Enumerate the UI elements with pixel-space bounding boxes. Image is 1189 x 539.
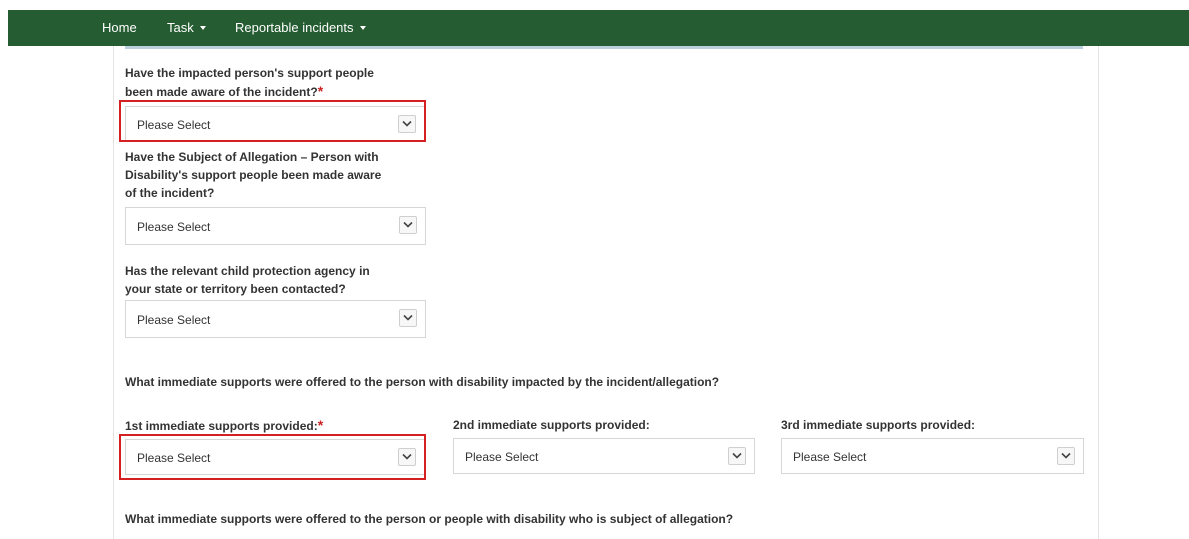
caret-down-icon [199,25,206,30]
nav-task-label: Task [167,20,194,35]
second-supports-select-value: Please Select [465,450,539,464]
q2-label-line1: Have the Subject of Allegation – Person … [125,150,379,164]
immediate-supports-heading: What immediate supports were offered to … [125,375,720,389]
q3-select[interactable]: Please Select [125,300,426,338]
second-supports-select[interactable]: Please Select [453,438,755,474]
nav-home-link[interactable]: Home [102,20,137,35]
q1-select-value: Please Select [137,118,211,132]
q3-label: Has the relevant child protection agency… [125,262,370,298]
q1-label: Have the impacted person's support peopl… [125,64,374,101]
q3-label-line1: Has the relevant child protection agency… [125,264,370,278]
first-supports-select[interactable]: Please Select [125,439,425,475]
chevron-down-icon[interactable] [1057,447,1075,465]
third-supports-select[interactable]: Please Select [781,438,1084,474]
q1-label-line2: been made aware of the incident?* [125,82,374,101]
required-asterisk: * [317,83,324,99]
q2-label-line3: of the incident? [125,186,215,200]
q2-select[interactable]: Please Select [125,207,426,245]
q2-select-value: Please Select [137,220,211,234]
first-supports-label-text: 1st immediate supports provided: [125,419,318,433]
required-asterisk: * [317,417,324,433]
third-supports-label: 3rd immediate supports provided: [781,418,976,432]
first-supports-label: 1st immediate supports provided:* [125,416,323,435]
q3-select-value: Please Select [137,313,211,327]
caret-down-icon [359,25,366,30]
chevron-down-icon[interactable] [398,448,416,466]
third-supports-select-value: Please Select [793,450,867,464]
chevron-down-icon[interactable] [398,115,416,133]
chevron-down-icon[interactable] [728,447,746,465]
panel-top-border [125,46,1083,49]
nav-reportable-label: Reportable incidents [235,20,354,35]
q2-label: Have the Subject of Allegation – Person … [125,148,381,202]
q3-label-line2: your state or territory been contacted? [125,282,346,296]
q1-label-text: been made aware of the incident? [125,85,318,99]
chevron-down-icon[interactable] [399,309,417,327]
q2-label-line2: Disability's support people been made aw… [125,168,382,182]
nav-reportable-incidents-menu[interactable]: Reportable incidents [235,20,366,35]
second-supports-label: 2nd immediate supports provided: [453,418,650,432]
top-navbar: Home Task Reportable incidents [8,10,1189,46]
q1-label-line1: Have the impacted person's support peopl… [125,66,374,80]
nav-task-menu[interactable]: Task [167,20,206,35]
chevron-down-icon[interactable] [399,216,417,234]
subject-supports-heading: What immediate supports were offered to … [125,512,734,526]
q1-select[interactable]: Please Select [125,106,425,142]
first-supports-select-value: Please Select [137,451,211,465]
